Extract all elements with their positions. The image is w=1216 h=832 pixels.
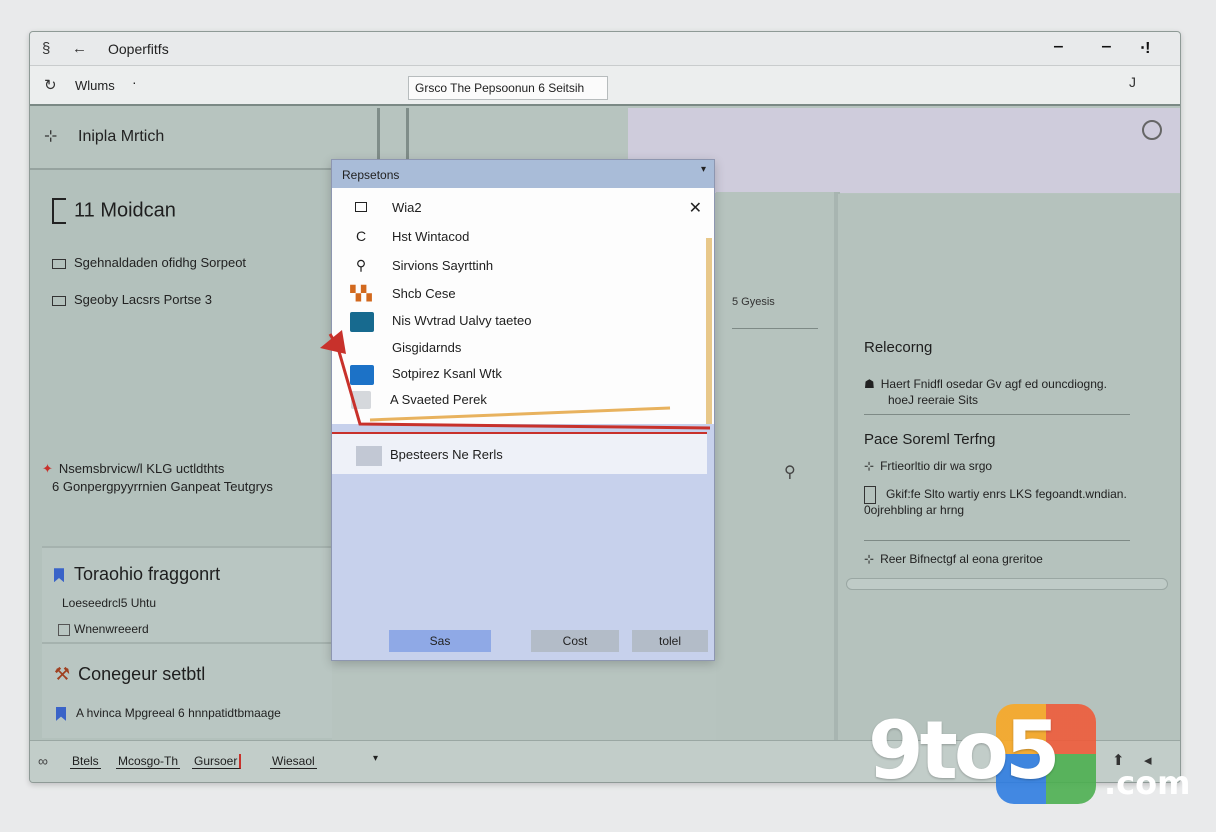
list-item-label: Hst Wintacod: [392, 229, 470, 244]
red-arrow-annotation: [320, 330, 710, 430]
card-title: ⚒ Conegeur setbtl: [54, 664, 205, 685]
note-line: 6 Gonpergpyyrrnien Ganpeat Teutgrys: [52, 479, 273, 494]
checkbox-icon[interactable]: [52, 258, 66, 269]
section-text-line: hoeJ reeraie Sits: [888, 393, 979, 407]
bracket-icon: [52, 198, 66, 224]
chart-icon: ▚▚: [350, 285, 372, 301]
left-panel-row[interactable]: Sgehnaldaden ofidhg Sorpeot: [52, 255, 246, 270]
card-title: Toraohio fraggonrt: [54, 564, 220, 585]
card-checkbox[interactable]: Wnenwreeerd: [58, 622, 149, 636]
toolbar: ↻ Wlums · Grsco The Pepsoonun 6 Seitsih …: [30, 66, 1180, 106]
refresh-icon[interactable]: ↻: [44, 76, 57, 94]
section-title: Relecorng: [864, 339, 933, 356]
list-item-label: Nis Wvtrad Ualvy taeteo: [392, 313, 532, 328]
card-checkbox-label: Wnenwreeerd: [74, 622, 149, 636]
minimize-button[interactable]: ‒: [1054, 38, 1063, 56]
status-tab[interactable]: Wiesaol: [270, 754, 317, 769]
dot-icon: ·: [132, 74, 137, 90]
left-panel-header-title: Inipla Mrtich: [78, 128, 165, 145]
card-subtitle: Loeseedrcl5 Uhtu: [62, 596, 157, 610]
card-config: ⚒ Conegeur setbtl A hvinca Mpgreeal 6 hnn…: [42, 642, 332, 738]
left-panel-title: 11 Moidcan: [52, 198, 176, 224]
close-button[interactable]: ⋅!: [1140, 38, 1150, 58]
tool-icon: ⚒: [54, 664, 71, 684]
checkbox-icon[interactable]: [58, 623, 70, 636]
maximize-button[interactable]: ‒: [1102, 38, 1111, 56]
toolbar-label: Wlums: [75, 78, 115, 93]
watermark-brand: 9to5: [868, 704, 1061, 797]
app-window: § ← Ooperfitfs ‒ ‒ ⋅! ↻ Wlums · Grsco Th…: [29, 31, 1181, 783]
chevron-down-icon[interactable]: ▾: [701, 164, 706, 175]
list-item-label: Frtieorltio dir wa srgo: [880, 459, 993, 473]
cost-button[interactable]: Cost: [531, 630, 619, 652]
right-panel: Relecorng ☗ Haert Fnidfl osedar Gv agf ed…: [838, 194, 1180, 740]
list-item-label: Wia2: [392, 200, 422, 215]
address-field[interactable]: Grsco The Pepsoonun 6 Seitsih: [408, 76, 608, 100]
left-panel-row-label: Sgeoby Lacsrs Portse 3: [74, 292, 213, 307]
divider: [864, 540, 1130, 541]
list-item[interactable]: ⊹ Frtieorltio dir wa srgo: [864, 458, 992, 474]
note-line: Nsemsbrvicw/l KLG uctldthts: [58, 461, 225, 476]
card-title-text: Conegeur setbtl: [78, 664, 206, 684]
window-title: Ooperfitfs: [108, 41, 169, 57]
dialog-title-bar: Repsetons ▾: [332, 160, 714, 188]
list-item-label: 0ojrehbling ar hrng: [864, 503, 965, 517]
card-subtitle-text: A hvinca Mpgreeal 6 hnnpatidtbmaage: [76, 706, 281, 720]
refresh-icon: C: [355, 228, 367, 244]
divider: [864, 414, 1130, 415]
card-fragment: Toraohio fraggonrt Loeseedrcl5 Uhtu Wnen…: [42, 546, 332, 642]
left-panel-row-label: Sgehnaldaden ofidhg Sorpeot: [74, 255, 247, 270]
list-item[interactable]: Gkif:fe Slto wartiy enrs LKS fegoandt.wn…: [864, 486, 1127, 518]
square-icon: [350, 199, 372, 217]
search-icon: ⚲: [355, 257, 367, 273]
toolbar-extra: J: [1129, 74, 1136, 90]
card-subtitle: A hvinca Mpgreeal 6 hnnpatidtbmaage: [56, 706, 281, 721]
middle-column: 5 Gyesis ⚲: [716, 192, 834, 742]
save-button[interactable]: Sas: [389, 630, 491, 652]
status-tab[interactable]: Mcosgo-Th: [116, 754, 181, 769]
section-text: ☗ Haert Fnidfl osedar Gv agf ed ouncdiogn…: [864, 376, 1107, 408]
app-icon: §: [42, 40, 51, 57]
section-title: Pace Soreml Terfng: [864, 431, 996, 448]
status-tab[interactable]: Gursoer: [192, 754, 242, 769]
divider: [732, 328, 818, 329]
flag-icon: ✦: [42, 461, 53, 476]
list-item-label: Sirvions Sayrttinh: [392, 258, 494, 273]
title-bar: § ← Ooperfitfs ‒ ‒ ⋅!: [30, 32, 1180, 66]
list-item[interactable]: Wia2: [332, 194, 704, 222]
dialog-title: Repsetons: [342, 168, 400, 182]
cap-icon: ☗: [864, 377, 875, 391]
bookmark-icon: [56, 706, 66, 721]
pin-icon[interactable]: ⊹: [44, 126, 57, 146]
back-arrow-icon[interactable]: ←: [72, 40, 87, 57]
left-panel-note: ✦ Nsemsbrvicw/l KLG uctldthts 6 Gonpergpy…: [42, 460, 273, 496]
card-title-text: Toraohio fraggonrt: [74, 564, 221, 584]
left-panel-title-text: 11 Moidcan: [74, 199, 176, 222]
bookmark-icon: [54, 568, 64, 583]
list-item[interactable]: ⊹ Reer Bifnectgf al eona greritoe: [864, 551, 1043, 567]
scroll-track[interactable]: [846, 578, 1168, 590]
left-panel: ⊹ Inipla Mrtich 11 Moidcan Sgehnaldaden …: [30, 108, 332, 782]
middle-label: 5 Gyesis: [732, 296, 775, 308]
list-item[interactable]: C Hst Wintacod: [332, 223, 704, 251]
location-pin-icon[interactable]: ⚲: [784, 462, 796, 482]
list-item-label: Reer Bifnectgf al eona greritoe: [880, 552, 1043, 566]
watermark-logo: 9to5 .com: [868, 704, 1191, 804]
dropdown-dot-icon[interactable]: ▾: [373, 753, 378, 764]
tolel-button[interactable]: tolel: [632, 630, 708, 652]
link-icon: ∞: [38, 753, 48, 769]
left-panel-row[interactable]: Sgeoby Lacsrs Portse 3: [52, 292, 212, 307]
list-item-label: Shcb Cese: [392, 286, 456, 301]
tag-icon: [52, 295, 66, 306]
pin-icon: ⊹: [864, 459, 875, 473]
left-panel-header: ⊹ Inipla Mrtich: [30, 108, 332, 170]
circle-icon[interactable]: [1142, 120, 1162, 140]
section-text-line: Haert Fnidfl osedar Gv agf ed ouncdiogng…: [880, 377, 1107, 391]
pin-icon: ⊹: [864, 552, 875, 566]
list-item-label: Gkif:fe Slto wartiy enrs LKS fegoandt.wn…: [886, 487, 1127, 501]
list-item[interactable]: ⚲ Sirvions Sayrttinh: [332, 252, 704, 280]
list-item[interactable]: ▚▚ Shcb Cese: [332, 280, 704, 308]
watermark-suffix: .com: [1104, 764, 1191, 802]
status-tab[interactable]: Btels: [70, 754, 101, 769]
